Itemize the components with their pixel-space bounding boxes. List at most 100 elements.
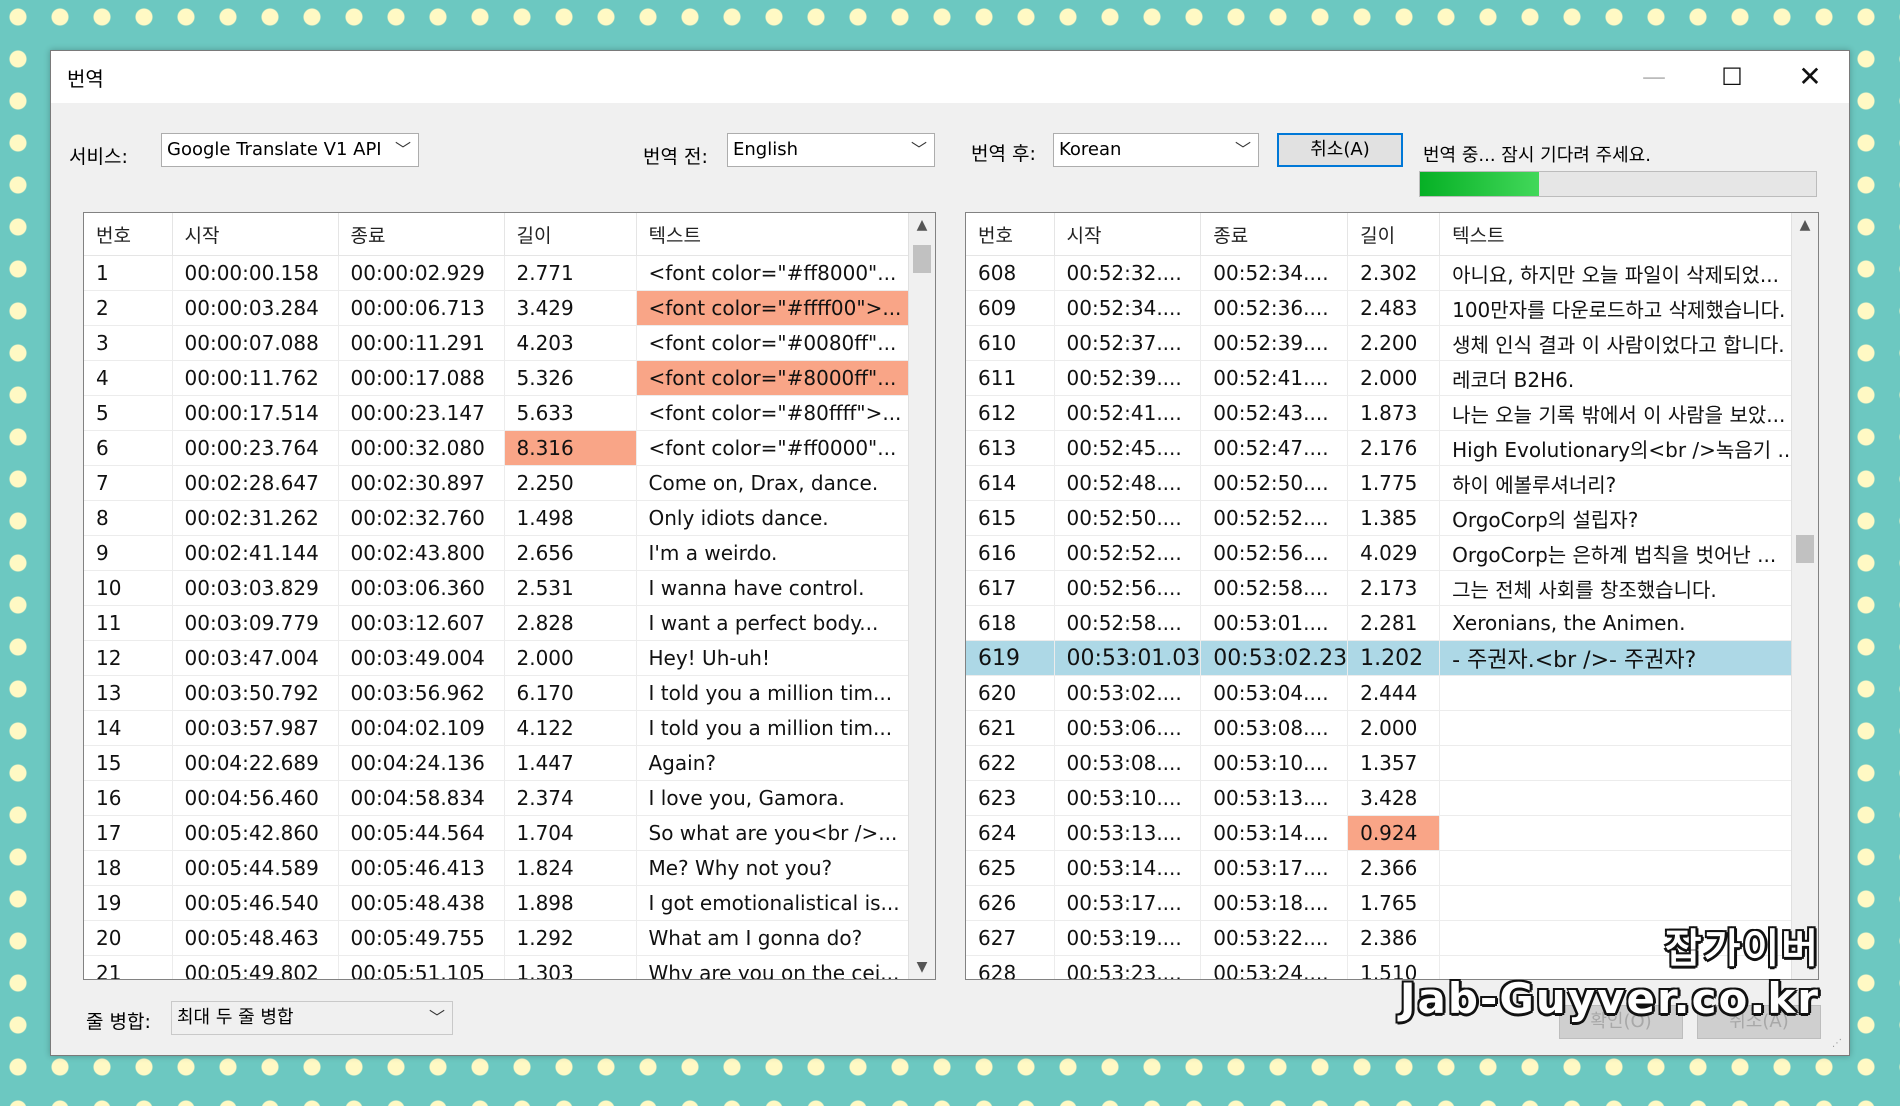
table-row[interactable]: 623 00:53:10.... 00:53:13.... 3.428	[966, 780, 1817, 816]
cell-text: <font color="#80ffff">...	[636, 395, 912, 431]
column-header-duration[interactable]: 길이	[1347, 213, 1441, 256]
cell-text: Only idiots dance.	[636, 500, 912, 536]
table-row[interactable]: 19 00:05:46.540 00:05:48.438 1.898 I got emo…	[84, 885, 912, 921]
column-header-number[interactable]: 번호	[966, 213, 1055, 256]
table-row[interactable]: 625 00:53:14.... 00:53:17.... 2.366	[966, 850, 1817, 886]
table-row[interactable]: 1 00:00:00.158 00:00:02.929 2.771 <font colo…	[84, 255, 912, 291]
target-language-label: 번역 후:	[971, 143, 1036, 165]
service-select[interactable]: Google Translate V1 API ﹀	[161, 133, 419, 167]
column-header-start[interactable]: 시작	[1054, 213, 1202, 256]
table-row[interactable]: 621 00:53:06.... 00:53:08.... 2.000	[966, 710, 1817, 746]
column-header-duration[interactable]: 길이	[504, 213, 637, 256]
table-row[interactable]: 612 00:52:41.... 00:52:43.... 1.873 나는 오늘 기록…	[966, 395, 1817, 431]
cell-text: I told you a million tim...	[636, 675, 912, 711]
cell-end: 00:53:22....	[1200, 920, 1349, 956]
table-row[interactable]: 12 00:03:47.004 00:03:49.004 2.000 Hey! Uh-u…	[84, 640, 912, 676]
cell-end: 00:04:24.136	[338, 745, 505, 781]
source-table: 번호 시작 종료 길이 텍스트 1 00:00:00.158 00:00:02.92…	[84, 213, 912, 979]
cell-number: 17	[84, 815, 173, 851]
target-subtitle-list[interactable]: 번호 시작 종료 길이 텍스트 608 00:52:32.... 00:52:34.…	[965, 212, 1819, 980]
cell-start: 00:53:06....	[1054, 710, 1202, 746]
cancel-translation-button[interactable]: 취소(A)	[1277, 133, 1403, 167]
table-row[interactable]: 615 00:52:50.... 00:52:52.... 1.385 OrgoCorp…	[966, 500, 1817, 536]
cell-end: 00:05:49.755	[338, 920, 505, 956]
column-header-text[interactable]: 텍스트	[1439, 213, 1817, 256]
close-icon[interactable]: ✕	[1771, 51, 1849, 103]
table-row[interactable]: 4 00:00:11.762 00:00:17.088 5.326 <font colo…	[84, 360, 912, 396]
target-language-select[interactable]: Korean ﹀	[1053, 133, 1259, 167]
cell-text: I'm a weirdo.	[636, 535, 912, 571]
cell-text: 레코더 B2H6.	[1439, 360, 1817, 396]
merge-lines-select[interactable]: 최대 두 줄 병합 ﹀	[171, 1001, 453, 1035]
table-row[interactable]: 20 00:05:48.463 00:05:49.755 1.292 What am I…	[84, 920, 912, 956]
cell-text: Me? Why not you?	[636, 850, 912, 886]
source-language-label: 번역 전:	[643, 146, 708, 168]
table-row[interactable]: 620 00:53:02.... 00:53:04.... 2.444	[966, 675, 1817, 711]
table-row[interactable]: 624 00:53:13.... 00:53:14.... 0.924	[966, 815, 1817, 851]
table-row[interactable]: 21 00:05:49.802 00:05:51.105 1.303 Why are y…	[84, 955, 912, 979]
cell-end: 00:02:32.760	[338, 500, 505, 536]
table-row[interactable]: 616 00:52:52.... 00:52:56.... 4.029 OrgoCorp…	[966, 535, 1817, 571]
column-header-text[interactable]: 텍스트	[636, 213, 912, 256]
chevron-down-icon: ﹀	[394, 140, 411, 159]
table-row[interactable]: 3 00:00:07.088 00:00:11.291 4.203 <font colo…	[84, 325, 912, 361]
table-row[interactable]: 16 00:04:56.460 00:04:58.834 2.374 I love yo…	[84, 780, 912, 816]
table-row[interactable]: 608 00:52:32.... 00:52:34.... 2.302 아니요, 하지만…	[966, 255, 1817, 291]
maximize-icon[interactable]: ☐	[1693, 51, 1771, 103]
watermark-korean: 잡가이버	[1664, 926, 1820, 972]
source-subtitle-list[interactable]: 번호 시작 종료 길이 텍스트 1 00:00:00.158 00:00:02.92…	[83, 212, 936, 980]
table-row[interactable]: 14 00:03:57.987 00:04:02.109 4.122 I told yo…	[84, 710, 912, 746]
cell-number: 1	[84, 255, 173, 291]
scroll-up-icon[interactable]: ▲	[909, 217, 935, 233]
cell-start: 00:02:41.144	[172, 535, 339, 571]
table-row[interactable]: 2 00:00:03.284 00:00:06.713 3.429 <font colo…	[84, 290, 912, 326]
cell-number: 618	[966, 605, 1055, 641]
watermark-url: Jab-Guyver.co.kr	[1399, 974, 1820, 1023]
resize-grip-icon[interactable]: ⋰	[1832, 1038, 1846, 1052]
cell-duration: 2.173	[1347, 570, 1441, 606]
cell-text: I wanna have control.	[636, 570, 912, 606]
cell-text: What am I gonna do?	[636, 920, 912, 956]
table-row[interactable]: 610 00:52:37.... 00:52:39.... 2.200 생체 인식 결과…	[966, 325, 1817, 361]
cell-duration: 1.303	[504, 955, 637, 979]
table-row[interactable]: 17 00:05:42.860 00:05:44.564 1.704 So what a…	[84, 815, 912, 851]
cell-end: 00:52:50....	[1200, 465, 1349, 501]
table-row[interactable]: 9 00:02:41.144 00:02:43.800 2.656 I'm a weir…	[84, 535, 912, 571]
scroll-down-icon[interactable]: ▼	[909, 959, 935, 975]
table-row[interactable]: 622 00:53:08.... 00:53:10.... 1.357	[966, 745, 1817, 781]
table-row[interactable]: 10 00:03:03.829 00:03:06.360 2.531 I wanna h…	[84, 570, 912, 606]
scroll-up-icon[interactable]: ▲	[1792, 217, 1818, 233]
target-scrollbar[interactable]: ▲	[1791, 213, 1818, 979]
scroll-thumb[interactable]	[913, 245, 931, 273]
cell-duration: 2.281	[1347, 605, 1441, 641]
table-row[interactable]: 6 00:00:23.764 00:00:32.080 8.316 <font colo…	[84, 430, 912, 466]
table-row[interactable]: 619 00:53:01.03 00:53:02.23 1.202- 주권자.<br …	[966, 640, 1817, 676]
table-row[interactable]: 7 00:02:28.647 00:02:30.897 2.250 Come on, D…	[84, 465, 912, 501]
table-row[interactable]: 617 00:52:56.... 00:52:58.... 2.173 그는 전체 사회…	[966, 570, 1817, 606]
minimize-icon[interactable]: —	[1615, 51, 1693, 103]
table-row[interactable]: 609 00:52:34.... 00:52:36.... 2.483 100만자를 다…	[966, 290, 1817, 326]
cell-number: 15	[84, 745, 173, 781]
cell-start: 00:04:22.689	[172, 745, 339, 781]
cell-text: <font color="#8000ff"...	[636, 360, 912, 396]
cell-end: 00:05:51.105	[338, 955, 505, 979]
table-row[interactable]: 11 00:03:09.779 00:03:12.607 2.828 I want a …	[84, 605, 912, 641]
scroll-thumb[interactable]	[1796, 535, 1814, 563]
table-row[interactable]: 611 00:52:39.... 00:52:41.... 2.000 레코더 B2H6…	[966, 360, 1817, 396]
title-bar: 번역 — ☐ ✕	[51, 51, 1849, 103]
table-row[interactable]: 18 00:05:44.589 00:05:46.413 1.824 Me? Why n…	[84, 850, 912, 886]
table-row[interactable]: 614 00:52:48.... 00:52:50.... 1.775 하이 에볼루셔너…	[966, 465, 1817, 501]
source-scrollbar[interactable]: ▲ ▼	[908, 213, 935, 979]
column-header-start[interactable]: 시작	[172, 213, 339, 256]
column-header-number[interactable]: 번호	[84, 213, 173, 256]
cell-duration: 5.633	[504, 395, 637, 431]
table-row[interactable]: 613 00:52:45.... 00:52:47.... 2.176 High Evo…	[966, 430, 1817, 466]
table-row[interactable]: 618 00:52:58.... 00:53:01.... 2.281 Xeronian…	[966, 605, 1817, 641]
table-row[interactable]: 5 00:00:17.514 00:00:23.147 5.633 <font colo…	[84, 395, 912, 431]
table-row[interactable]: 8 00:02:31.262 00:02:32.760 1.498 Only idiot…	[84, 500, 912, 536]
column-header-end[interactable]: 종료	[338, 213, 505, 256]
table-row[interactable]: 13 00:03:50.792 00:03:56.962 6.170 I told yo…	[84, 675, 912, 711]
source-language-select[interactable]: English ﹀	[727, 133, 935, 167]
table-row[interactable]: 15 00:04:22.689 00:04:24.136 1.447 Again?	[84, 745, 912, 781]
column-header-end[interactable]: 종료	[1200, 213, 1349, 256]
